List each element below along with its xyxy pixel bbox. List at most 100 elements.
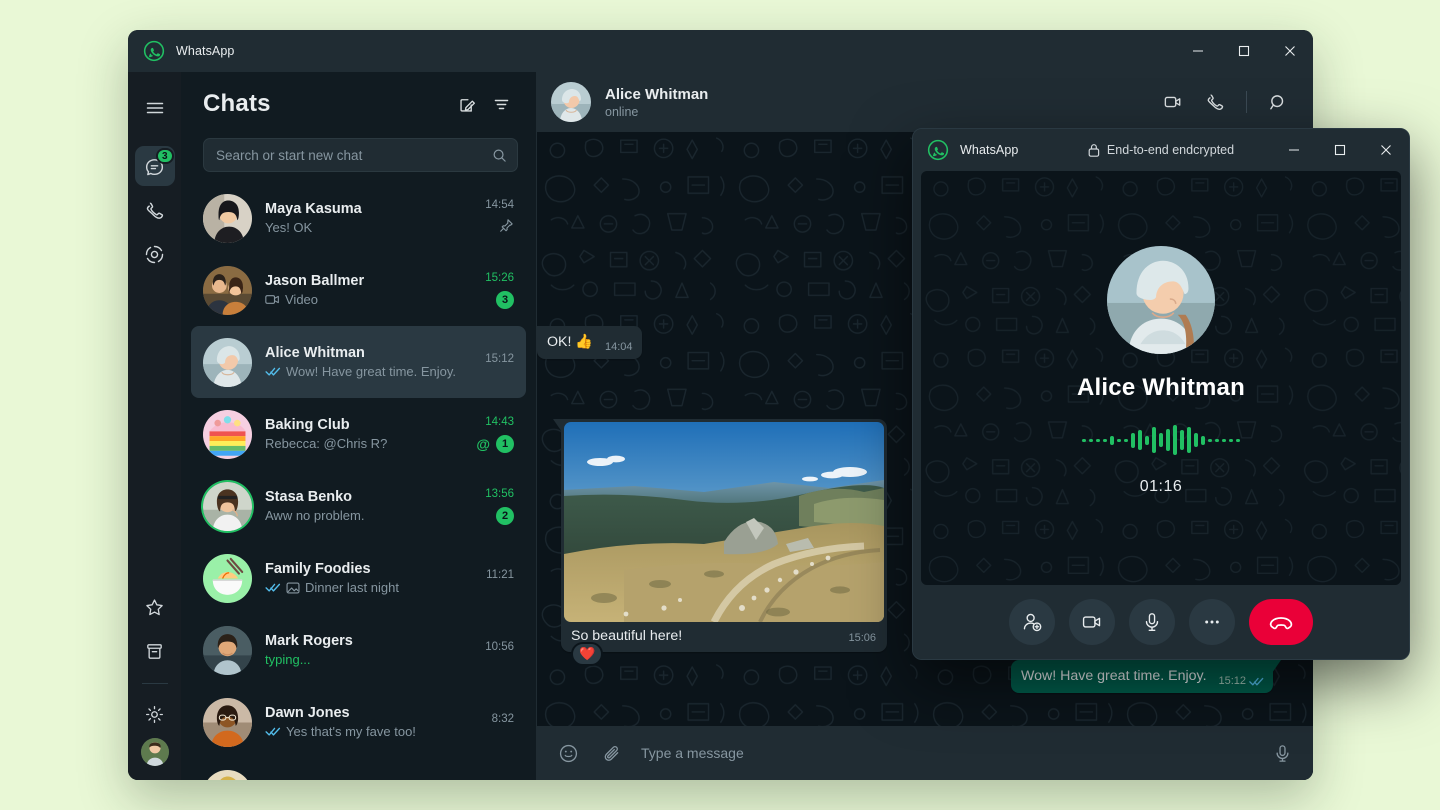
maximize-icon[interactable] xyxy=(1317,129,1363,171)
chat-name: Baking Club xyxy=(265,417,458,433)
chat-list-item[interactable]: Baking Club Rebecca: @Chris R? 14:43 @1 xyxy=(191,398,526,470)
chat-item-flags: 2 xyxy=(496,507,514,525)
chats-unread-badge: 3 xyxy=(156,148,174,164)
chat-list-item[interactable]: Ziggy Woodley 8:12 xyxy=(191,758,526,780)
whatsapp-logo-icon xyxy=(142,39,166,63)
chat-preview-text: Dinner last night xyxy=(305,580,399,595)
chat-preview-row: Dinner last night xyxy=(265,580,458,595)
maximize-icon[interactable] xyxy=(1221,30,1267,72)
search-icon xyxy=(492,148,507,163)
video-camera-icon[interactable] xyxy=(1069,599,1115,645)
conversation-contact-status: online xyxy=(605,105,708,119)
chat-name: Alice Whitman xyxy=(265,345,458,361)
sidebar-item-status[interactable] xyxy=(135,234,175,274)
profile-avatar[interactable] xyxy=(141,738,169,766)
message-time: 14:04 xyxy=(605,340,633,355)
search-input[interactable] xyxy=(216,148,492,163)
chat-list-item[interactable]: Maya Kasuma Yes! OK 14:54 xyxy=(191,182,526,254)
hamburger-menu-icon[interactable] xyxy=(135,88,175,128)
avatar[interactable] xyxy=(203,266,252,315)
avatar[interactable] xyxy=(203,554,252,603)
chat-item-meta: 10:56 xyxy=(458,641,514,660)
chat-list[interactable]: Maya Kasuma Yes! OK 14:54 Jason Ballmer xyxy=(181,182,536,780)
add-person-icon[interactable] xyxy=(1009,599,1055,645)
sidebar-item-settings[interactable] xyxy=(135,694,175,734)
call-window-title: WhatsApp xyxy=(960,143,1018,157)
chat-preview-text: Wow! Have great time. Enjoy. xyxy=(286,364,456,379)
chat-item-content: Dawn Jones Yes that's my fave too! xyxy=(265,705,458,739)
chat-list-pane: Chats xyxy=(181,72,537,780)
conversation-contact-name: Alice Whitman xyxy=(605,86,708,103)
message-reaction[interactable]: ❤️ xyxy=(571,642,603,666)
waveform-bar xyxy=(1096,439,1100,442)
avatar[interactable] xyxy=(203,410,252,459)
end-call-icon[interactable] xyxy=(1249,599,1313,645)
video-camera-icon[interactable] xyxy=(1154,83,1192,121)
minimize-icon[interactable] xyxy=(1271,129,1317,171)
chat-item-meta: 13:56 2 xyxy=(458,488,514,525)
chat-item-content: Baking Club Rebecca: @Chris R? xyxy=(265,417,458,451)
search-box[interactable] xyxy=(203,138,518,172)
close-icon[interactable] xyxy=(1267,30,1313,72)
microphone-icon[interactable] xyxy=(1129,599,1175,645)
close-icon[interactable] xyxy=(1363,129,1409,171)
pin-icon xyxy=(499,218,514,238)
compose-new-chat-icon[interactable] xyxy=(450,87,484,121)
chat-item-meta: 14:43 @1 xyxy=(458,416,514,453)
avatar[interactable] xyxy=(203,482,252,531)
read-ticks-icon xyxy=(265,582,281,593)
avatar[interactable] xyxy=(203,194,252,243)
attachment-paperclip-icon[interactable] xyxy=(597,738,627,768)
chat-preview-text: Video xyxy=(285,292,318,307)
search-in-chat-icon[interactable] xyxy=(1259,83,1297,121)
chat-item-flags xyxy=(499,218,514,238)
waveform-bar xyxy=(1187,427,1191,453)
bubble-tail-icon xyxy=(1272,660,1281,673)
lock-icon xyxy=(1088,143,1100,157)
avatar[interactable] xyxy=(203,770,252,781)
avatar[interactable] xyxy=(551,82,591,122)
chat-name: Dawn Jones xyxy=(265,705,458,721)
chat-list-item[interactable]: Stasa Benko Aww no problem. 13:56 2 xyxy=(191,470,526,542)
avatar[interactable] xyxy=(203,698,252,747)
sidebar-item-starred[interactable] xyxy=(135,587,175,627)
chat-name: Jason Ballmer xyxy=(265,273,458,289)
sidebar-item-archived[interactable] xyxy=(135,631,175,671)
voice-call-window: WhatsApp End-to-end endcrypted xyxy=(912,128,1410,660)
message-text: Wow! Have great time. Enjoy. xyxy=(1021,668,1207,684)
sidebar-item-chats[interactable]: 3 xyxy=(135,146,175,186)
video-camera-icon xyxy=(265,293,280,306)
message-in-photo[interactable]: So beautiful here! 15:06 ❤️ xyxy=(561,419,887,652)
chat-list-item[interactable]: Mark Rogers typing... 10:56 xyxy=(191,614,526,686)
chat-list-item[interactable]: Alice Whitman Wow! Have great time. Enjo… xyxy=(191,326,526,398)
unread-badge: 2 xyxy=(496,507,514,525)
message-out-final[interactable]: Wow! Have great time. Enjoy. 15:12 xyxy=(1011,660,1273,693)
emoji-smiley-icon[interactable] xyxy=(553,738,583,768)
chat-preview-row: Yes that's my fave too! xyxy=(265,724,458,739)
navigation-rail: 3 xyxy=(128,72,181,780)
microphone-icon[interactable] xyxy=(1267,738,1297,768)
avatar[interactable] xyxy=(203,338,252,387)
waveform-bar xyxy=(1103,439,1107,442)
chat-preview-row: Yes! OK xyxy=(265,220,458,235)
message-time: 15:06 xyxy=(848,632,876,644)
chat-preview-row: typing... xyxy=(265,652,458,667)
chat-preview-text: typing... xyxy=(265,652,311,667)
chat-list-item[interactable]: Jason Ballmer Video 15:26 3 xyxy=(191,254,526,326)
sidebar-item-calls[interactable] xyxy=(135,190,175,230)
chat-list-item[interactable]: Family Foodies Dinner last night 11:21 xyxy=(191,542,526,614)
avatar[interactable] xyxy=(203,626,252,675)
photo-caption: So beautiful here! xyxy=(571,628,848,644)
minimize-icon[interactable] xyxy=(1175,30,1221,72)
ellipsis-icon[interactable] xyxy=(1189,599,1235,645)
message-input[interactable] xyxy=(641,745,1253,761)
message-in-ok[interactable]: OK! 👍 14:04 xyxy=(537,326,642,359)
chat-item-meta: 15:12 xyxy=(458,353,514,372)
phone-icon[interactable] xyxy=(1196,83,1234,121)
chat-item-meta: 11:21 xyxy=(458,569,514,588)
chat-list-item[interactable]: Dawn Jones Yes that's my fave too! 8:32 xyxy=(191,686,526,758)
chat-item-meta: 15:26 3 xyxy=(458,272,514,309)
filter-icon[interactable] xyxy=(484,87,518,121)
chat-item-flags: 3 xyxy=(496,291,514,309)
message-photo[interactable] xyxy=(564,422,884,622)
